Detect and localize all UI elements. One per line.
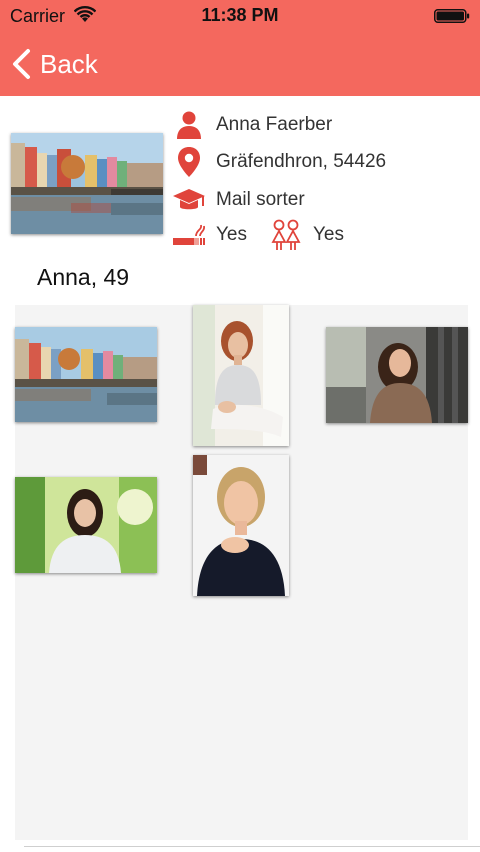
gallery-photo-woman-sitting[interactable] — [193, 305, 289, 446]
gallery-photo-woman-garden[interactable] — [15, 477, 157, 573]
bottom-divider — [24, 846, 480, 847]
graduation-cap-icon — [173, 189, 205, 210]
photo-gallery — [15, 305, 468, 840]
children-value: Yes — [313, 224, 344, 245]
gallery-photo-woman-portrait[interactable] — [193, 455, 289, 596]
info-name: Anna Faerber — [172, 108, 332, 142]
person-icon — [177, 111, 201, 139]
profile-name-age: Anna, 49 — [37, 264, 130, 290]
gallery-photo-city[interactable] — [15, 327, 157, 422]
location-pin-icon — [178, 147, 200, 177]
info-location: Gräfendhron, 54426 — [172, 145, 386, 179]
cigarette-icon — [173, 224, 206, 245]
smoker-value: Yes — [216, 224, 247, 245]
profile-name: Anna Faerber — [216, 114, 333, 135]
clock: 11:38 PM — [201, 5, 279, 25]
back-button[interactable]: Back — [10, 46, 98, 82]
profile-occupation: Mail sorter — [216, 189, 305, 210]
city-waterfront-photo — [11, 133, 163, 234]
chevron-left-icon — [13, 49, 30, 79]
profile-photo[interactable] — [11, 133, 163, 234]
status-bar: Carrier 11:38 PM — [0, 0, 480, 32]
info-occupation: Mail sorter — [172, 183, 305, 217]
back-button-label: Back — [40, 48, 98, 79]
battery-icon — [434, 9, 470, 23]
nav-header: Carrier 11:38 PM Back — [0, 0, 480, 96]
gallery-photo-woman-street[interactable] — [326, 327, 468, 423]
info-habits: Yes Yes — [172, 218, 366, 252]
children-icon — [271, 219, 301, 250]
smoker-info: Yes — [172, 218, 247, 252]
profile-location: Gräfendhron, 54426 — [216, 151, 387, 172]
children-info: Yes — [269, 218, 344, 252]
